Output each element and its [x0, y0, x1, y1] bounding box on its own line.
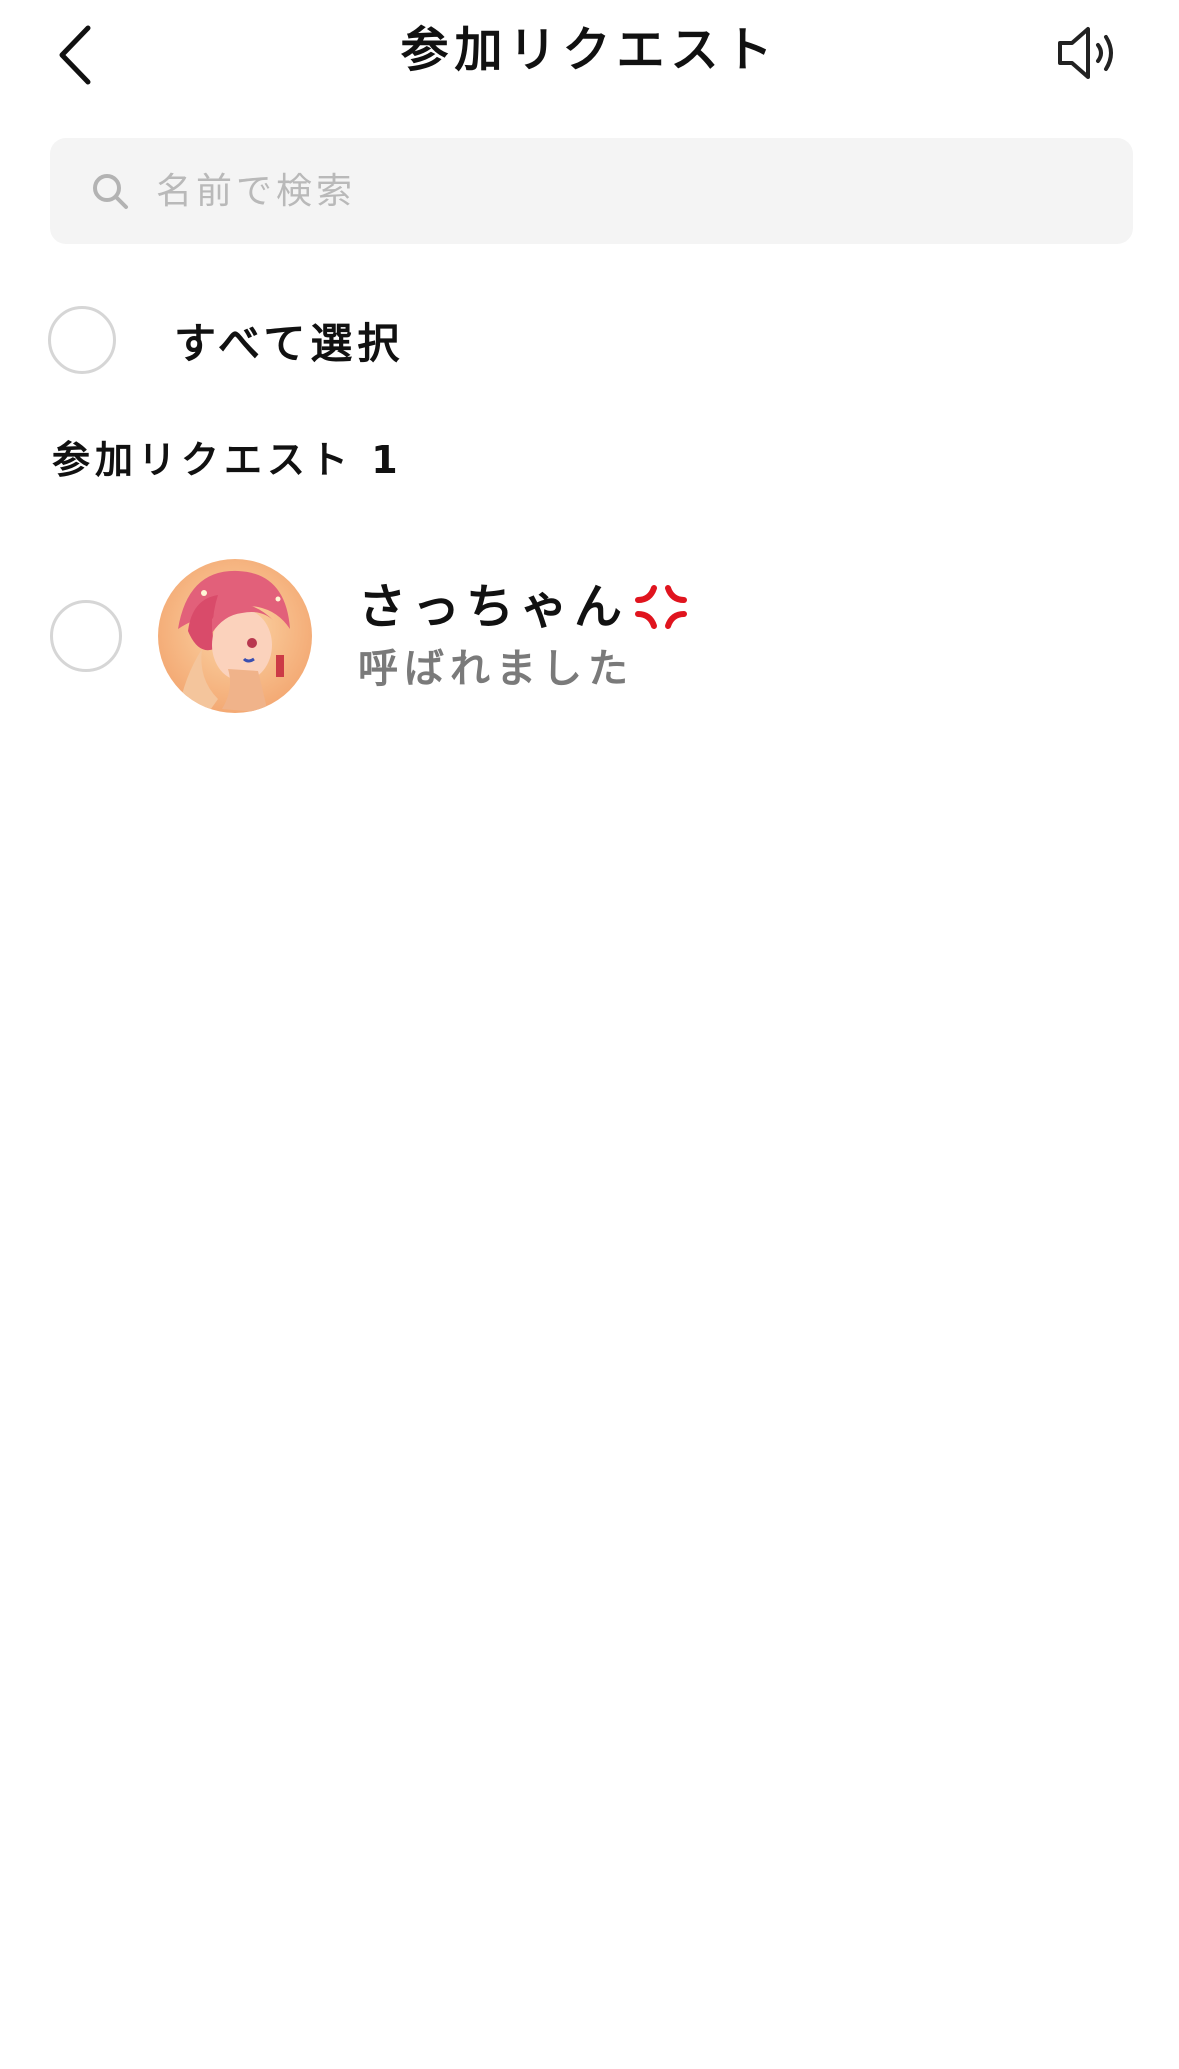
select-all-label: すべて選択: [174, 318, 405, 368]
app-header: 参加リクエスト: [0, 0, 1179, 110]
search-icon: [90, 171, 130, 211]
request-name: さっちゃん: [358, 579, 629, 635]
request-name-line: さっちゃん: [358, 575, 690, 639]
search-bar[interactable]: [50, 138, 1133, 244]
speaker-button[interactable]: [1039, 8, 1139, 98]
request-text: さっちゃん 呼ばれました: [358, 575, 690, 697]
select-all-checkbox[interactable]: [48, 306, 116, 374]
request-checkbox[interactable]: [50, 600, 122, 672]
speaker-icon: [1058, 27, 1113, 79]
section-heading: 参加リクエスト 1: [52, 438, 403, 482]
anger-symbol-icon: [635, 585, 688, 629]
select-all-row[interactable]: すべて選択: [48, 302, 404, 378]
search-input[interactable]: [154, 150, 1058, 232]
page-title: 参加リクエスト: [400, 22, 779, 78]
request-row[interactable]: さっちゃん 呼ばれました: [50, 556, 1130, 716]
avatar: [158, 559, 312, 713]
request-message: 呼ばれました: [358, 646, 634, 692]
